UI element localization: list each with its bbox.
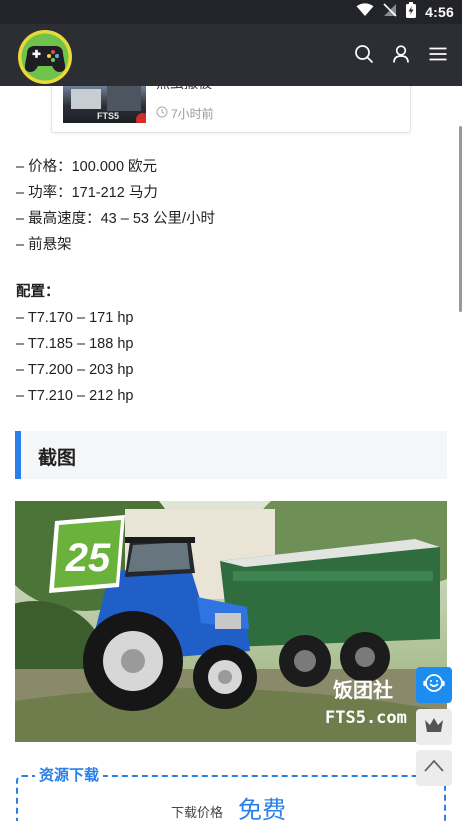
config-item: – T7.185 – 188 hp — [16, 336, 134, 352]
clock-icon — [156, 106, 168, 121]
back-to-top-button[interactable] — [416, 750, 452, 786]
customer-service-button[interactable] — [416, 667, 452, 703]
mod-screenshot[interactable]: 25 饭团社 FTS5.com — [15, 501, 447, 742]
spec-front-suspension: – 前悬架 — [16, 237, 72, 253]
user-button[interactable] — [390, 43, 412, 65]
download-title: 资源下载 — [35, 764, 104, 785]
site-logo[interactable] — [16, 28, 74, 84]
config-item: – T7.200 – 203 hp — [16, 362, 134, 378]
download-price-value: 免费 — [238, 797, 286, 821]
config-item: – T7.170 – 171 hp — [16, 310, 134, 326]
site-header — [0, 24, 462, 86]
spec-price: – 价格：100.000 欧元 — [16, 159, 158, 175]
crown-icon — [423, 716, 445, 739]
menu-button[interactable] — [427, 43, 449, 65]
download-price-label: 下载价格 — [171, 805, 224, 820]
related-post-meta: 7小时前 — [156, 105, 214, 122]
customer-service-icon — [422, 671, 446, 700]
screenshots-section-heading: 截图 — [15, 431, 447, 479]
watermark-en: FTS5.com — [325, 708, 407, 728]
wifi-icon — [356, 2, 374, 22]
back-to-top-icon — [422, 754, 446, 783]
fs-badge-number: 25 — [65, 536, 111, 580]
spec-top-speed: – 最高速度：43 – 53 公里/小时 — [16, 211, 216, 227]
no-signal-icon — [383, 2, 397, 22]
related-post-time: 7小时前 — [171, 107, 214, 121]
battery-charging-icon — [406, 1, 417, 23]
menu-icon — [427, 47, 449, 69]
config-heading: 配置： — [16, 284, 60, 300]
spec-power: – 功率：171-212 马力 — [16, 185, 158, 201]
watermark-cn: 饭团社 — [333, 678, 393, 702]
status-bar: 4:56 — [0, 0, 462, 24]
search-button[interactable] — [353, 43, 375, 65]
status-time: 4:56 — [425, 4, 454, 20]
vip-button[interactable] — [416, 709, 452, 745]
config-item: – T7.210 – 212 hp — [16, 388, 134, 404]
user-icon — [390, 45, 412, 69]
screenshots-heading-text: 截图 — [38, 448, 77, 469]
search-icon — [353, 45, 375, 69]
